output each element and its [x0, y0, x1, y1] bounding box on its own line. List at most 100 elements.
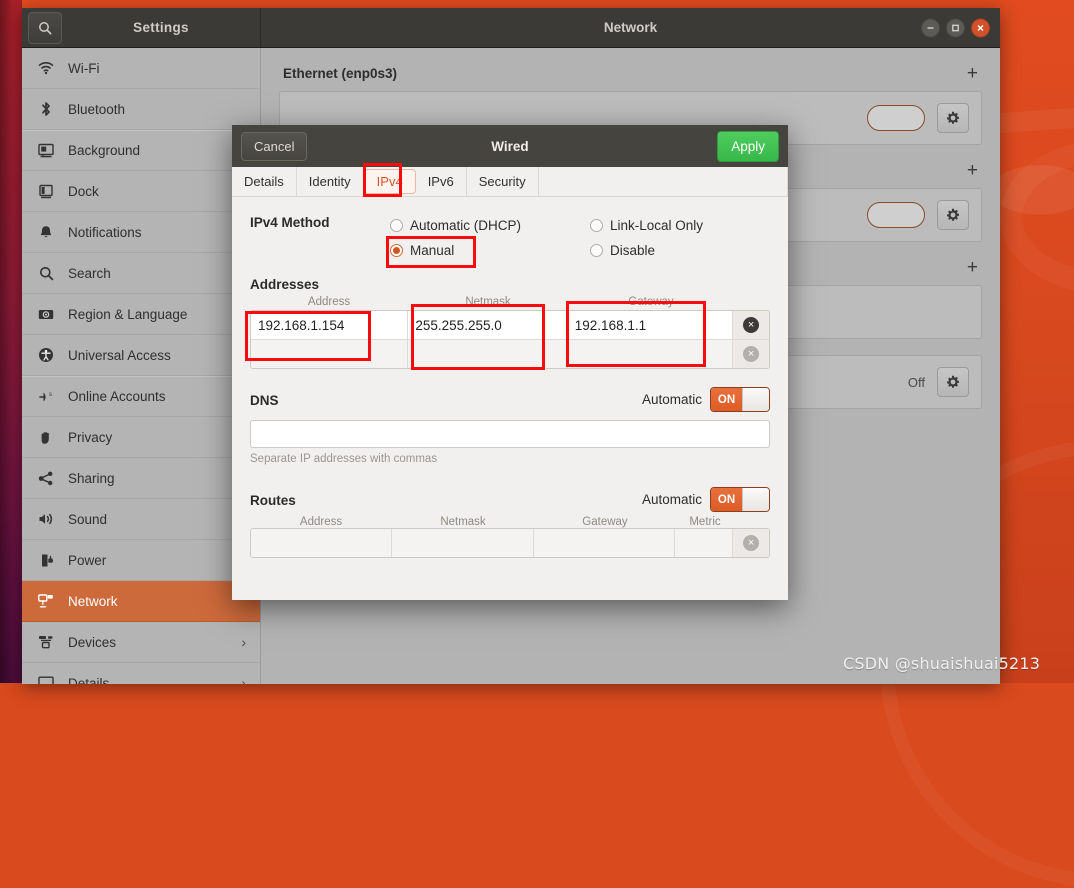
sidebar-item-wifi[interactable]: Wi-Fi: [22, 48, 260, 89]
routes-header-gateway: Gateway: [582, 516, 628, 528]
gear-icon[interactable]: [937, 103, 969, 133]
routes-automatic-toggle[interactable]: ON: [710, 487, 770, 512]
sidebar-item-search[interactable]: Search: [22, 253, 260, 294]
dns-servers-input[interactable]: [250, 420, 770, 448]
address-input[interactable]: [251, 340, 409, 368]
apply-button[interactable]: Apply: [717, 130, 779, 162]
sidebar-item-background[interactable]: Background: [22, 130, 260, 171]
cancel-button[interactable]: Cancel: [241, 131, 308, 161]
add-connection-button[interactable]: +: [967, 161, 978, 180]
dns-automatic-toggle[interactable]: ON: [710, 387, 770, 412]
region-language-icon: [36, 308, 56, 321]
sidebar-item-sound[interactable]: Sound: [22, 499, 260, 540]
gear-icon[interactable]: [937, 200, 969, 230]
sidebar-item-privacy[interactable]: Privacy: [22, 417, 260, 458]
chevron-right-icon: ›: [241, 634, 246, 650]
addresses-table: 192.168.1.154 255.255.255.0 192.168.1.1 …: [250, 310, 770, 369]
tab-details[interactable]: Details: [232, 167, 297, 196]
sidebar-item-power[interactable]: Power: [22, 540, 260, 581]
tab-security[interactable]: Security: [467, 167, 539, 196]
search-icon[interactable]: [28, 11, 62, 44]
table-row: ×: [251, 529, 769, 557]
gateway-input[interactable]: [567, 340, 734, 368]
netmask-input[interactable]: 255.255.255.0: [408, 311, 568, 339]
sidebar-item-region-language[interactable]: Region & Language: [22, 294, 260, 335]
power-icon: [36, 553, 56, 568]
gear-icon-glyph: [947, 208, 959, 221]
sidebar-item-label: Search: [68, 265, 111, 281]
gear-icon-glyph: [947, 375, 959, 388]
sidebar-item-sharing[interactable]: Sharing: [22, 458, 260, 499]
bluetooth-icon: [36, 101, 56, 117]
add-connection-button[interactable]: +: [967, 258, 978, 277]
route-address-input[interactable]: [251, 529, 393, 557]
wallpaper-band: [1000, 106, 1074, 134]
radio-automatic-dhcp[interactable]: Automatic (DHCP): [390, 213, 590, 238]
maximize-button[interactable]: [946, 18, 965, 37]
titlebar-right-pane: Network: [261, 18, 1000, 37]
sidebar-item-online-accounts[interactable]: s Online Accounts: [22, 376, 260, 417]
connection-status: Off: [907, 374, 925, 390]
sidebar-item-bluetooth[interactable]: Bluetooth: [22, 89, 260, 130]
sidebar-item-universal-access[interactable]: Universal Access: [22, 335, 260, 376]
add-connection-button[interactable]: +: [967, 64, 978, 83]
tab-ipv6[interactable]: IPv6: [416, 167, 467, 196]
sidebar-item-details[interactable]: Details ›: [22, 663, 260, 684]
netmask-input[interactable]: [408, 340, 568, 368]
addresses-header-netmask: Netmask: [465, 296, 511, 308]
connection-toggle[interactable]: [867, 105, 925, 131]
sharing-icon: [36, 471, 56, 486]
route-gateway-input[interactable]: [533, 529, 676, 557]
toggle-knob: [742, 388, 769, 411]
routes-header-address: Address: [299, 516, 343, 528]
dns-title: DNS: [250, 393, 279, 408]
connection-toggle[interactable]: [867, 202, 925, 228]
addresses-column-headers: Address Netmask Gateway: [250, 296, 770, 310]
routes-header-netmask: Netmask: [440, 516, 486, 528]
sidebar-item-label: Sharing: [68, 470, 115, 486]
tab-ipv4[interactable]: IPv4: [363, 169, 416, 194]
addresses-title: Addresses: [250, 277, 320, 292]
sidebar-item-devices[interactable]: Devices ›: [22, 622, 260, 663]
route-metric-input[interactable]: [675, 529, 734, 557]
radio-manual[interactable]: Manual: [390, 238, 590, 263]
dns-section-header: DNS Automatic ON: [250, 387, 770, 412]
radio-label: Manual: [410, 243, 455, 258]
routes-header-delete: [734, 516, 770, 528]
online-accounts-icon: s: [36, 390, 56, 404]
toggle-state-label: ON: [711, 388, 742, 411]
tab-identity[interactable]: Identity: [297, 167, 364, 196]
gateway-input[interactable]: 192.168.1.1: [568, 311, 734, 339]
ipv4-method-section: IPv4 Method Automatic (DHCP) Manual Link…: [250, 213, 770, 263]
wired-connection-dialog: Cancel Wired Apply Details Identity IPv4…: [232, 125, 788, 600]
delete-route-cell: ×: [733, 529, 769, 557]
window-controls: [921, 18, 990, 37]
sidebar-item-label: Network: [68, 593, 118, 609]
radio-label: Disable: [610, 243, 656, 258]
sidebar-item-label: Power: [68, 552, 107, 568]
route-netmask-input[interactable]: [392, 529, 534, 557]
close-button[interactable]: [971, 18, 990, 37]
addresses-header-address: Address: [307, 296, 351, 308]
sidebar-item-label: Region & Language: [68, 306, 188, 322]
close-icon[interactable]: ×: [743, 346, 760, 362]
sidebar-item-dock[interactable]: Dock: [22, 171, 260, 212]
close-icon[interactable]: ×: [743, 535, 760, 551]
gear-icon[interactable]: [937, 367, 969, 397]
toggle-state-label: ON: [711, 488, 742, 511]
window-titlebar: Settings Network: [22, 8, 1000, 48]
minimize-button[interactable]: [921, 18, 940, 37]
close-icon[interactable]: ×: [743, 317, 760, 333]
dns-hint: Separate IP addresses with commas: [250, 453, 438, 465]
sidebar-item-network[interactable]: Network: [22, 581, 260, 622]
page-title: Network: [603, 20, 658, 35]
ipv4-method-label: IPv4 Method: [250, 215, 330, 230]
radio-link-local-only[interactable]: Link-Local Only: [590, 213, 703, 238]
section-header: Ethernet (enp0s3) +: [279, 64, 982, 91]
radio-disable[interactable]: Disable: [590, 238, 703, 263]
address-input[interactable]: 192.168.1.154: [251, 311, 409, 339]
wallpaper-swirl: [1000, 140, 1074, 294]
minimize-icon: [927, 26, 934, 29]
table-row: ×: [251, 340, 769, 368]
sidebar-item-notifications[interactable]: Notifications: [22, 212, 260, 253]
